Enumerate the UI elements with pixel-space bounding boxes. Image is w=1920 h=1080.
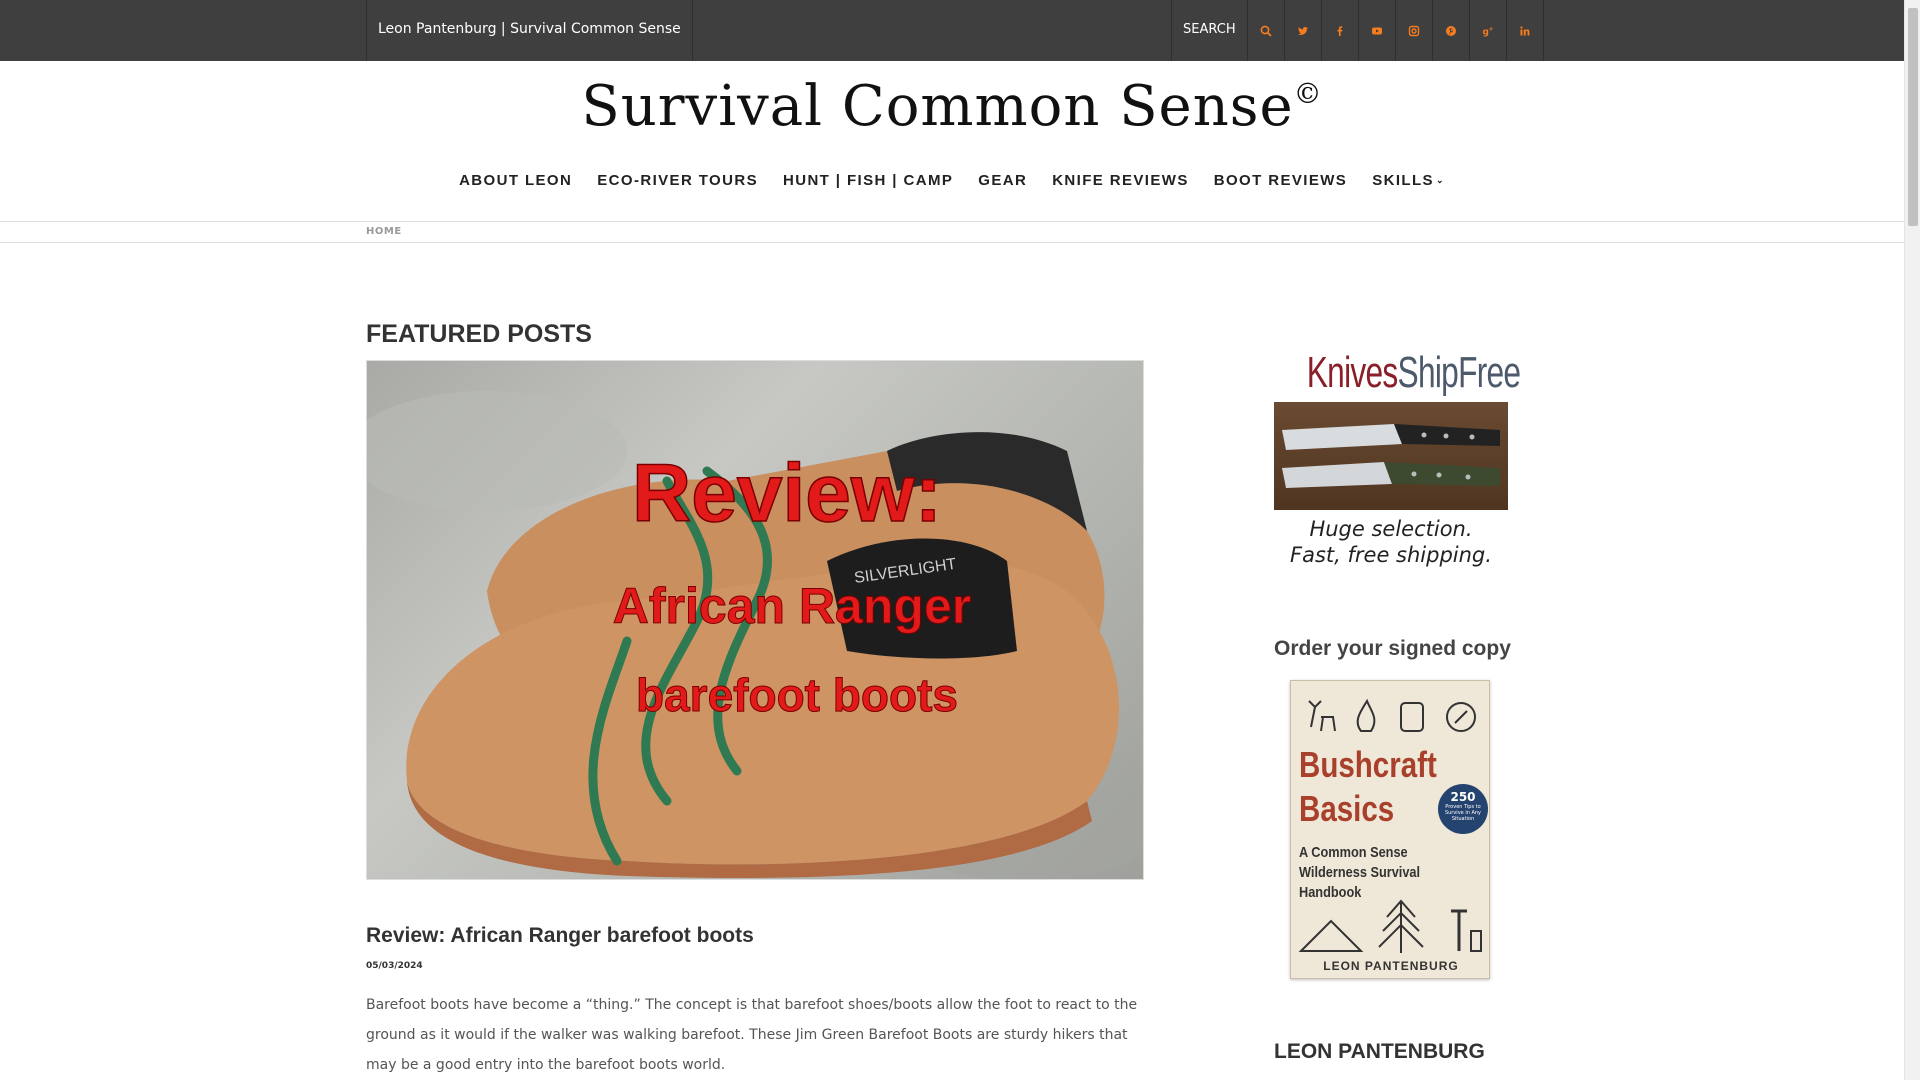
youtube-icon[interactable] (1357, 0, 1395, 61)
facebook-icon[interactable] (1320, 0, 1358, 61)
book-author: LEON PANTENBURG (1323, 959, 1459, 973)
twitter-icon[interactable] (1283, 0, 1321, 61)
main-nav: ABOUT LEON ECO-RIVER TOURS HUNT | FISH |… (0, 172, 1904, 189)
search-label[interactable]: SEARCH (1171, 0, 1247, 61)
page-scrollbar[interactable] (1904, 0, 1920, 1080)
logo-free-word: Free (1458, 348, 1521, 397)
logo-ship-word: Ship (1397, 348, 1459, 397)
bushcraft-basics-book-cover[interactable]: Bushcraft Basics 250 Proven Tips to Surv… (1290, 680, 1490, 979)
chevron-down-icon: ⌄ (1435, 175, 1445, 185)
post-title[interactable]: Review: African Ranger barefoot boots (366, 924, 754, 948)
knife-photo (1274, 402, 1508, 510)
logo-knives-word: Knives (1306, 348, 1398, 397)
knives-ship-free-ad[interactable]: KnivesShipFree Huge selection. Fast, fre… (1274, 344, 1521, 576)
nav-item-about-leon[interactable]: ABOUT LEON (459, 172, 572, 189)
site-brand-title[interactable]: Survival Common Sense (581, 74, 1293, 139)
linkedin-icon[interactable] (1505, 0, 1543, 61)
book-icons-illustration (1308, 698, 1476, 732)
image-text-line2: African Ranger (613, 578, 971, 634)
google-plus-icon[interactable]: g + (1468, 0, 1506, 61)
image-text-line3: barefoot boots (636, 669, 958, 721)
nav-item-skills[interactable]: SKILLS ⌄ (1372, 172, 1445, 189)
boots-illustration: Review: African Ranger barefoot boots SI… (367, 391, 1143, 879)
nav-item-knife-reviews[interactable]: KNIFE REVIEWS (1052, 172, 1189, 189)
book-subtitle-line2: Wilderness Survival (1299, 864, 1421, 881)
nav-item-hunt-fish-camp[interactable]: HUNT | FISH | CAMP (783, 172, 953, 189)
top-bar: Leon Pantenburg | Survival Common Sense … (0, 0, 1904, 61)
svg-text:+: + (1488, 26, 1493, 33)
scrollbar-thumb[interactable] (1908, 8, 1918, 226)
nav-divider (0, 221, 1904, 222)
post-excerpt: Barefoot boots have become a “thing.” Th… (366, 997, 1138, 1073)
book-widget-heading: Order your signed copy (1274, 637, 1511, 660)
book-camp-illustration (1298, 899, 1482, 953)
ad-caption-line2: Fast, free shipping. (1290, 543, 1492, 567)
author-widget-heading: LEON PANTENBURG (1274, 1040, 1485, 1063)
book-title-line1: Bushcraft (1299, 744, 1437, 785)
breadcrumb[interactable]: HOME (366, 226, 402, 237)
book-subtitle-line1: A Common Sense (1299, 844, 1408, 861)
section-title: FEATURED POSTS (366, 320, 592, 348)
nav-item-boot-reviews[interactable]: BOOT REVIEWS (1214, 172, 1347, 189)
post-date: 05/03/2024 (366, 961, 423, 971)
pinterest-icon[interactable] (1431, 0, 1469, 61)
nav-item-skills-label: SKILLS (1372, 172, 1434, 189)
instagram-icon[interactable] (1394, 0, 1432, 61)
book-title-line2: Basics (1299, 788, 1395, 829)
nav-item-gear[interactable]: GEAR (978, 172, 1027, 189)
book-badge-text: Proven Tips to Survive in Any Situation (1444, 804, 1482, 822)
ad-caption-line1: Huge selection. (1309, 517, 1473, 541)
featured-post-image[interactable]: Review: African Ranger barefoot boots SI… (366, 360, 1144, 880)
nav-item-eco-river-tours[interactable]: ECO-RIVER TOURS (597, 172, 758, 189)
site-home-link[interactable]: Leon Pantenburg | Survival Common Sense (366, 0, 693, 61)
image-text-line1: Review: (632, 448, 942, 539)
knives-ship-free-logo: KnivesShipFree (1306, 344, 1521, 402)
book-title: Bushcraft Basics (1299, 743, 1437, 831)
search-icon[interactable] (1246, 0, 1284, 61)
ad-caption: Huge selection. Fast, free shipping. (1274, 516, 1508, 568)
book-badge-number: 250 (1450, 790, 1476, 804)
site-brand[interactable]: Survival Common Sense© (0, 74, 1904, 139)
book-badge: 250 Proven Tips to Survive in Any Situat… (1438, 784, 1488, 834)
breadcrumb-divider (0, 242, 1904, 243)
copyright-mark: © (1293, 77, 1323, 110)
top-bar-right: SEARCH g + (1171, 0, 1544, 61)
